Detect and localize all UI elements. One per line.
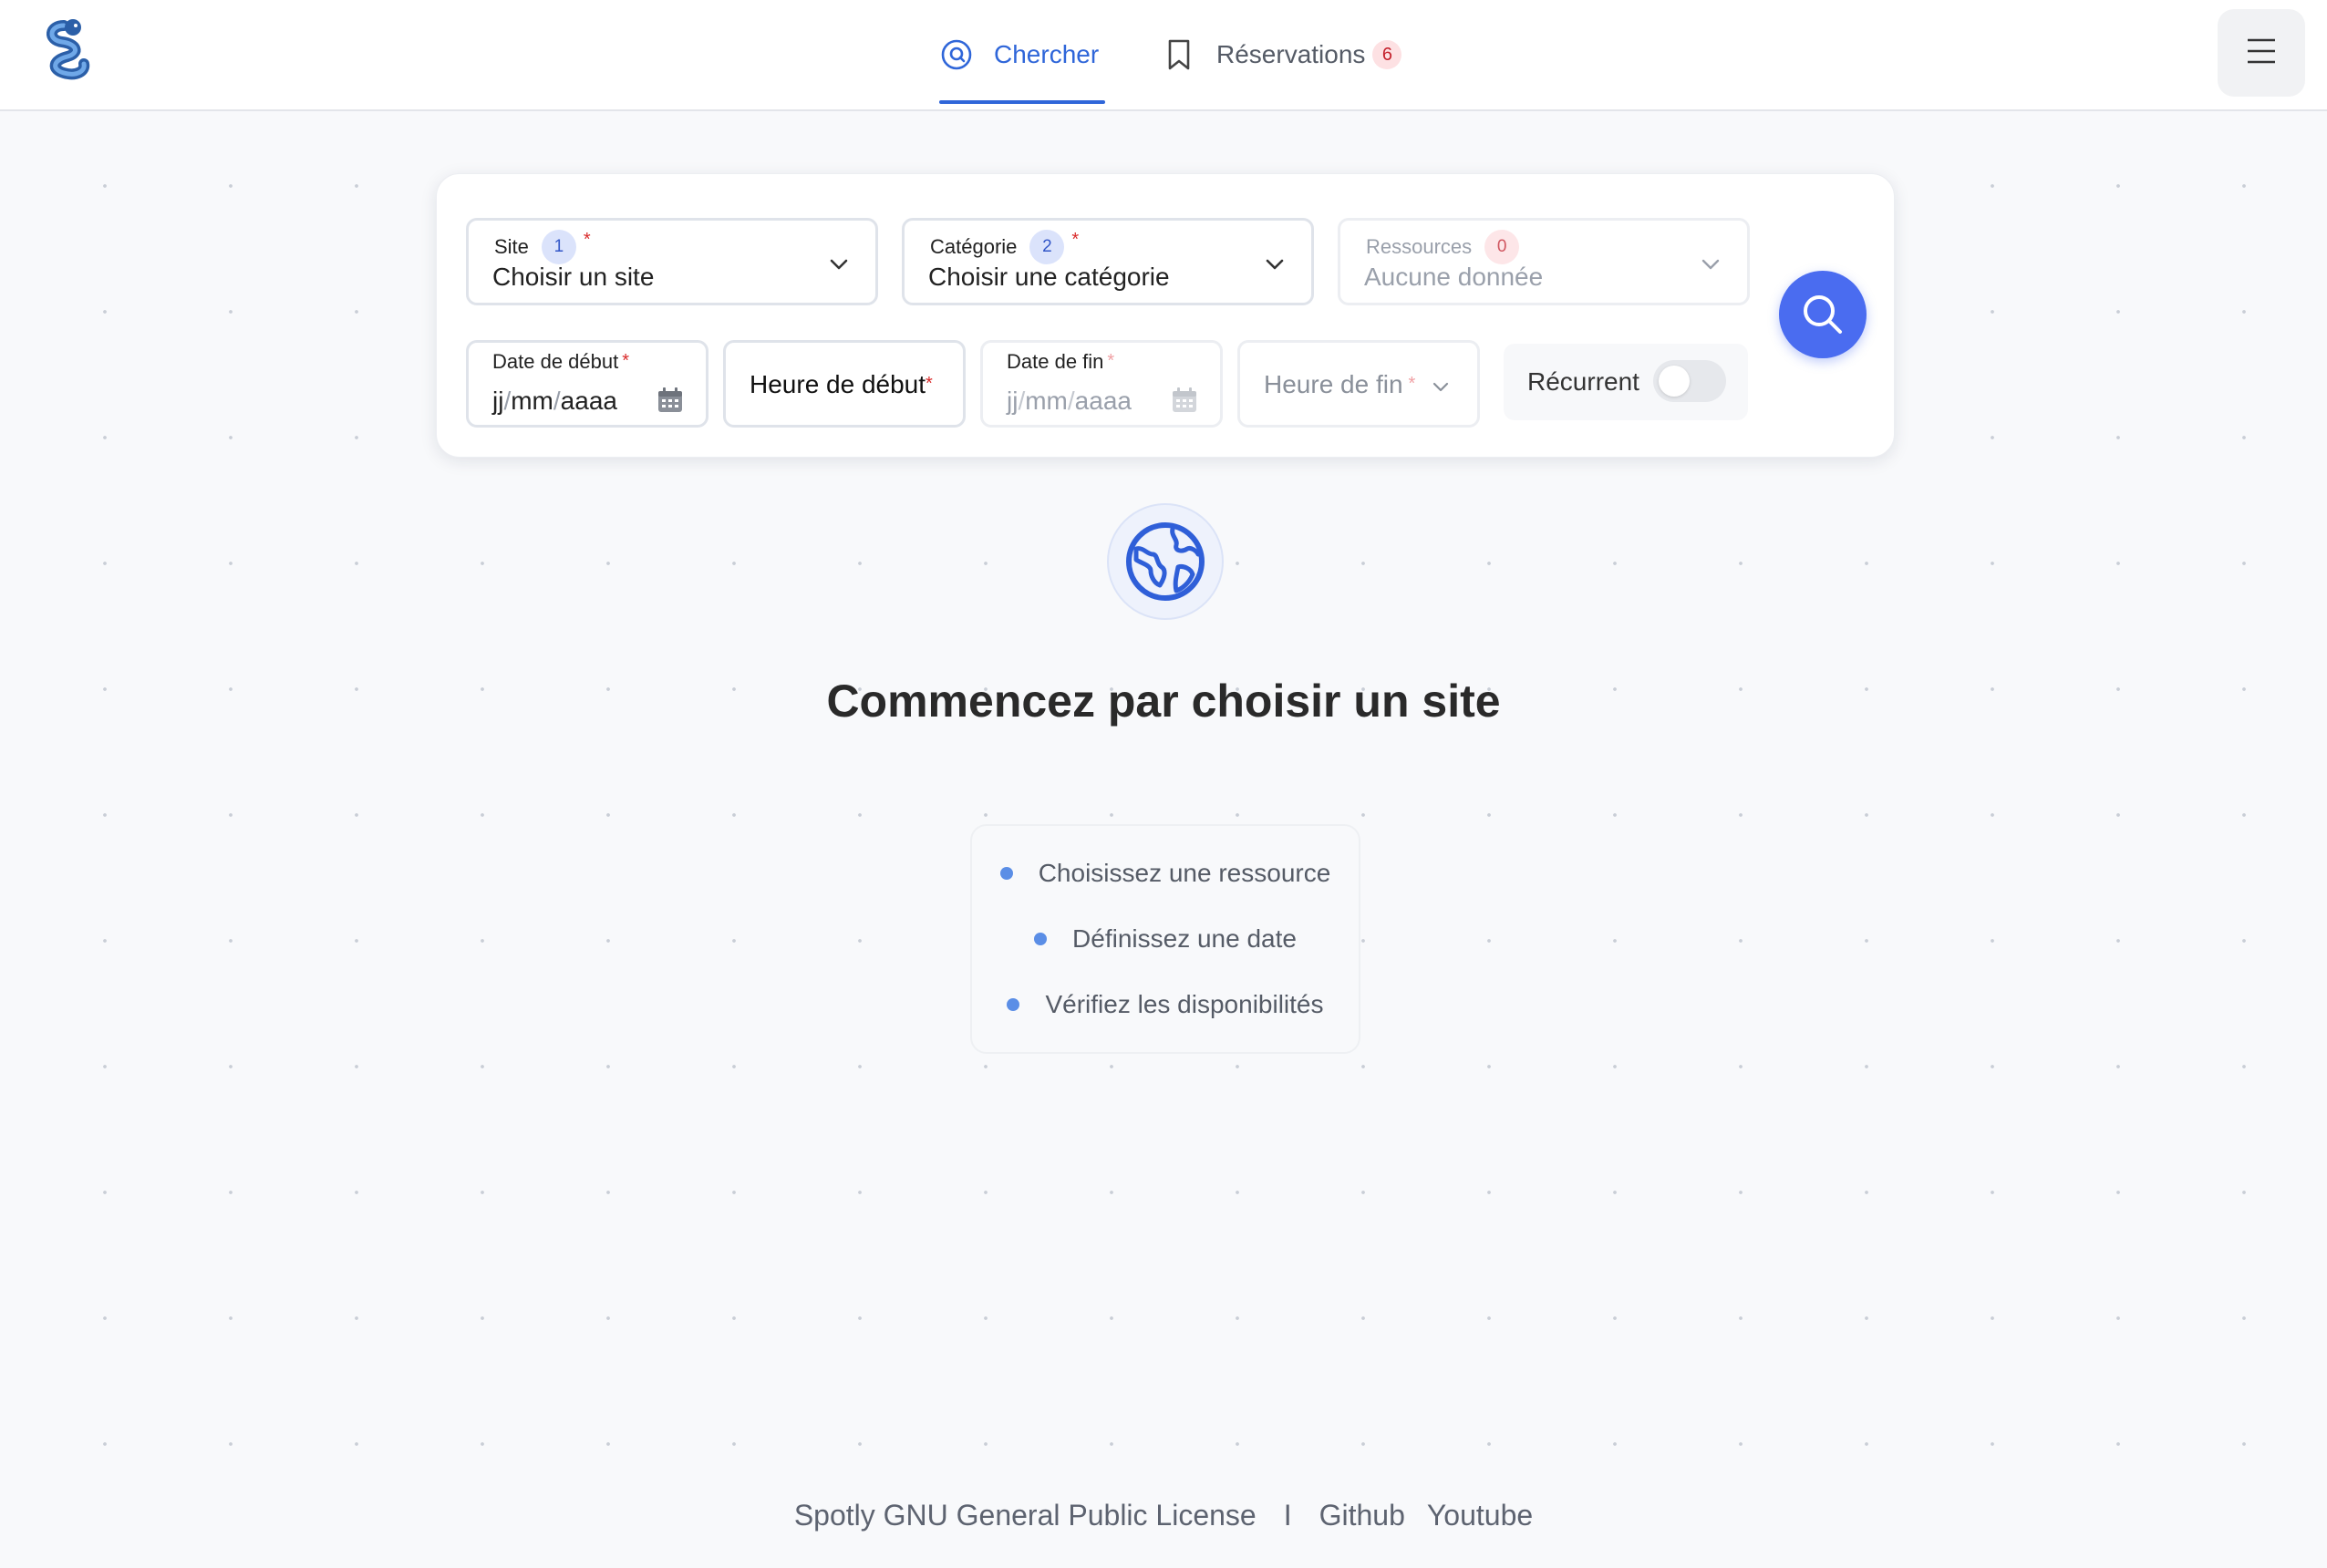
bullet-dot bbox=[1007, 998, 1020, 1011]
resources-select[interactable]: Ressources 0 Aucune donnée bbox=[1338, 218, 1750, 305]
globe-illustration bbox=[1107, 503, 1224, 620]
day-placeholder: jj bbox=[492, 387, 504, 415]
license-text: Spotly GNU General Public License bbox=[793, 1499, 1257, 1532]
start-date-placeholder: jj/mm/aaaa bbox=[492, 387, 617, 416]
start-time-label-row: Heure de début* bbox=[750, 370, 933, 399]
tab-search[interactable]: Chercher bbox=[939, 0, 1105, 109]
start-date-input[interactable]: Date de début * jj/mm/aaaa bbox=[466, 340, 708, 428]
end-time-label-row: Heure de fin * bbox=[1264, 370, 1415, 399]
menu-button[interactable] bbox=[2218, 9, 2305, 97]
top-navbar: Chercher Réservations 6 bbox=[0, 0, 2327, 111]
site-select[interactable]: Site 1 * Choisir un site bbox=[466, 218, 878, 305]
snake-logo[interactable] bbox=[36, 16, 102, 89]
resources-value: Aucune donnée bbox=[1364, 263, 1544, 291]
category-select-label-row: Catégorie 2 * bbox=[930, 230, 1079, 264]
site-label: Site bbox=[494, 235, 529, 258]
bullet-dot bbox=[1034, 933, 1048, 945]
tab-reservations[interactable]: Réservations 6 bbox=[1162, 0, 1402, 109]
required-marker: * bbox=[926, 374, 933, 394]
category-step-badge: 2 bbox=[1029, 230, 1065, 264]
site-value: Choisir un site bbox=[492, 263, 655, 291]
magnifier-icon bbox=[1804, 295, 1842, 334]
start-date-label-row: Date de début * bbox=[492, 350, 629, 374]
required-marker: * bbox=[583, 229, 591, 250]
site-step-badge: 1 bbox=[541, 230, 576, 264]
toggle-knob bbox=[1659, 366, 1690, 397]
month-placeholder: mm bbox=[511, 387, 553, 415]
chevron-down-icon bbox=[1266, 259, 1284, 270]
end-time-label: Heure de fin bbox=[1264, 370, 1403, 398]
year-placeholder: aaaa bbox=[560, 387, 617, 415]
category-select[interactable]: Catégorie 2 * Choisir une catégorie bbox=[902, 218, 1314, 305]
reservations-count-badge: 6 bbox=[1372, 40, 1402, 69]
steps-list: Choisissez une ressource Définissez une … bbox=[970, 824, 1360, 1054]
calendar-icon[interactable] bbox=[657, 387, 684, 414]
chevron-down-icon bbox=[830, 259, 848, 270]
search-button[interactable] bbox=[1779, 271, 1867, 358]
youtube-link[interactable]: Youtube bbox=[1427, 1499, 1533, 1532]
empty-state-title: Commencez par choisir un site bbox=[826, 676, 1501, 727]
list-item: Vérifiez les disponibilités bbox=[972, 990, 1359, 1019]
globe-icon bbox=[1126, 522, 1205, 601]
resources-select-label-row: Ressources 0 bbox=[1366, 230, 1520, 264]
resources-count-badge: 0 bbox=[1484, 230, 1520, 264]
end-time-select[interactable]: Heure de fin * bbox=[1237, 340, 1480, 428]
required-marker: * bbox=[1107, 351, 1115, 371]
end-date-label: Date de fin bbox=[1007, 350, 1104, 373]
category-value: Choisir une catégorie bbox=[928, 263, 1170, 291]
end-date-label-row: Date de fin * bbox=[1007, 350, 1114, 374]
recurring-control: Récurrent bbox=[1504, 344, 1748, 420]
tab-search-label: Chercher bbox=[994, 40, 1100, 68]
end-date-input[interactable]: Date de fin * jj/mm/aaaa bbox=[980, 340, 1223, 428]
search-card: Site 1 * Choisir un site Catégorie 2 * C… bbox=[436, 173, 1895, 458]
tab-reservations-label: Réservations bbox=[1216, 40, 1366, 68]
required-marker: * bbox=[1408, 374, 1416, 394]
required-marker: * bbox=[1071, 229, 1080, 250]
resources-label: Ressources bbox=[1366, 235, 1473, 258]
date-separator: / bbox=[1067, 387, 1075, 415]
step-label: Vérifiez les disponibilités bbox=[1045, 990, 1324, 1018]
footer-separator: I bbox=[1283, 1499, 1292, 1532]
step-label: Choisissez une ressource bbox=[1038, 859, 1331, 887]
bullet-dot bbox=[999, 867, 1013, 880]
list-item: Choisissez une ressource bbox=[972, 859, 1359, 888]
chevron-down-icon bbox=[1701, 259, 1720, 270]
calendar-icon[interactable] bbox=[1171, 387, 1198, 414]
date-separator: / bbox=[553, 387, 561, 415]
chevron-down-icon bbox=[1432, 382, 1449, 392]
required-marker: * bbox=[622, 351, 630, 371]
start-time-label: Heure de début bbox=[750, 370, 926, 398]
bookmark-icon bbox=[1162, 37, 1196, 72]
hamburger-icon bbox=[2246, 37, 2277, 69]
end-date-placeholder: jj/mm/aaaa bbox=[1007, 387, 1132, 416]
active-tab-indicator bbox=[939, 100, 1105, 104]
category-label: Catégorie bbox=[930, 235, 1018, 258]
step-label: Définissez une date bbox=[1072, 924, 1297, 953]
list-item: Définissez une date bbox=[972, 924, 1359, 954]
recurring-toggle[interactable] bbox=[1653, 360, 1726, 402]
month-placeholder: mm bbox=[1025, 387, 1068, 415]
year-placeholder: aaaa bbox=[1074, 387, 1132, 415]
search-at-icon bbox=[939, 37, 974, 72]
github-link[interactable]: Github bbox=[1319, 1499, 1405, 1532]
footer: Spotly GNU General Public License I Github… bbox=[0, 1499, 2327, 1532]
start-time-select[interactable]: Heure de début* bbox=[723, 340, 966, 428]
site-select-label-row: Site 1 * bbox=[494, 230, 591, 264]
start-date-label: Date de début bbox=[492, 350, 619, 373]
day-placeholder: jj bbox=[1007, 387, 1019, 415]
recurring-label: Récurrent bbox=[1527, 367, 1639, 396]
